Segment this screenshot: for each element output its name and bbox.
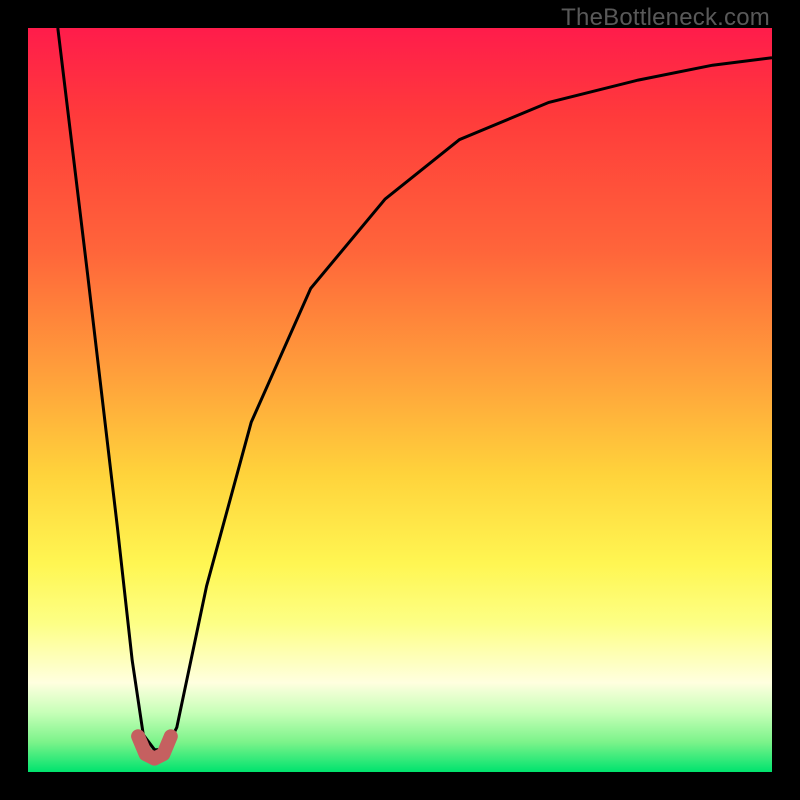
plot-area [28,28,772,772]
chart-frame: TheBottleneck.com [0,0,800,800]
curves-layer [28,28,772,772]
watermark-text: TheBottleneck.com [561,4,770,32]
main-curve [58,28,772,750]
